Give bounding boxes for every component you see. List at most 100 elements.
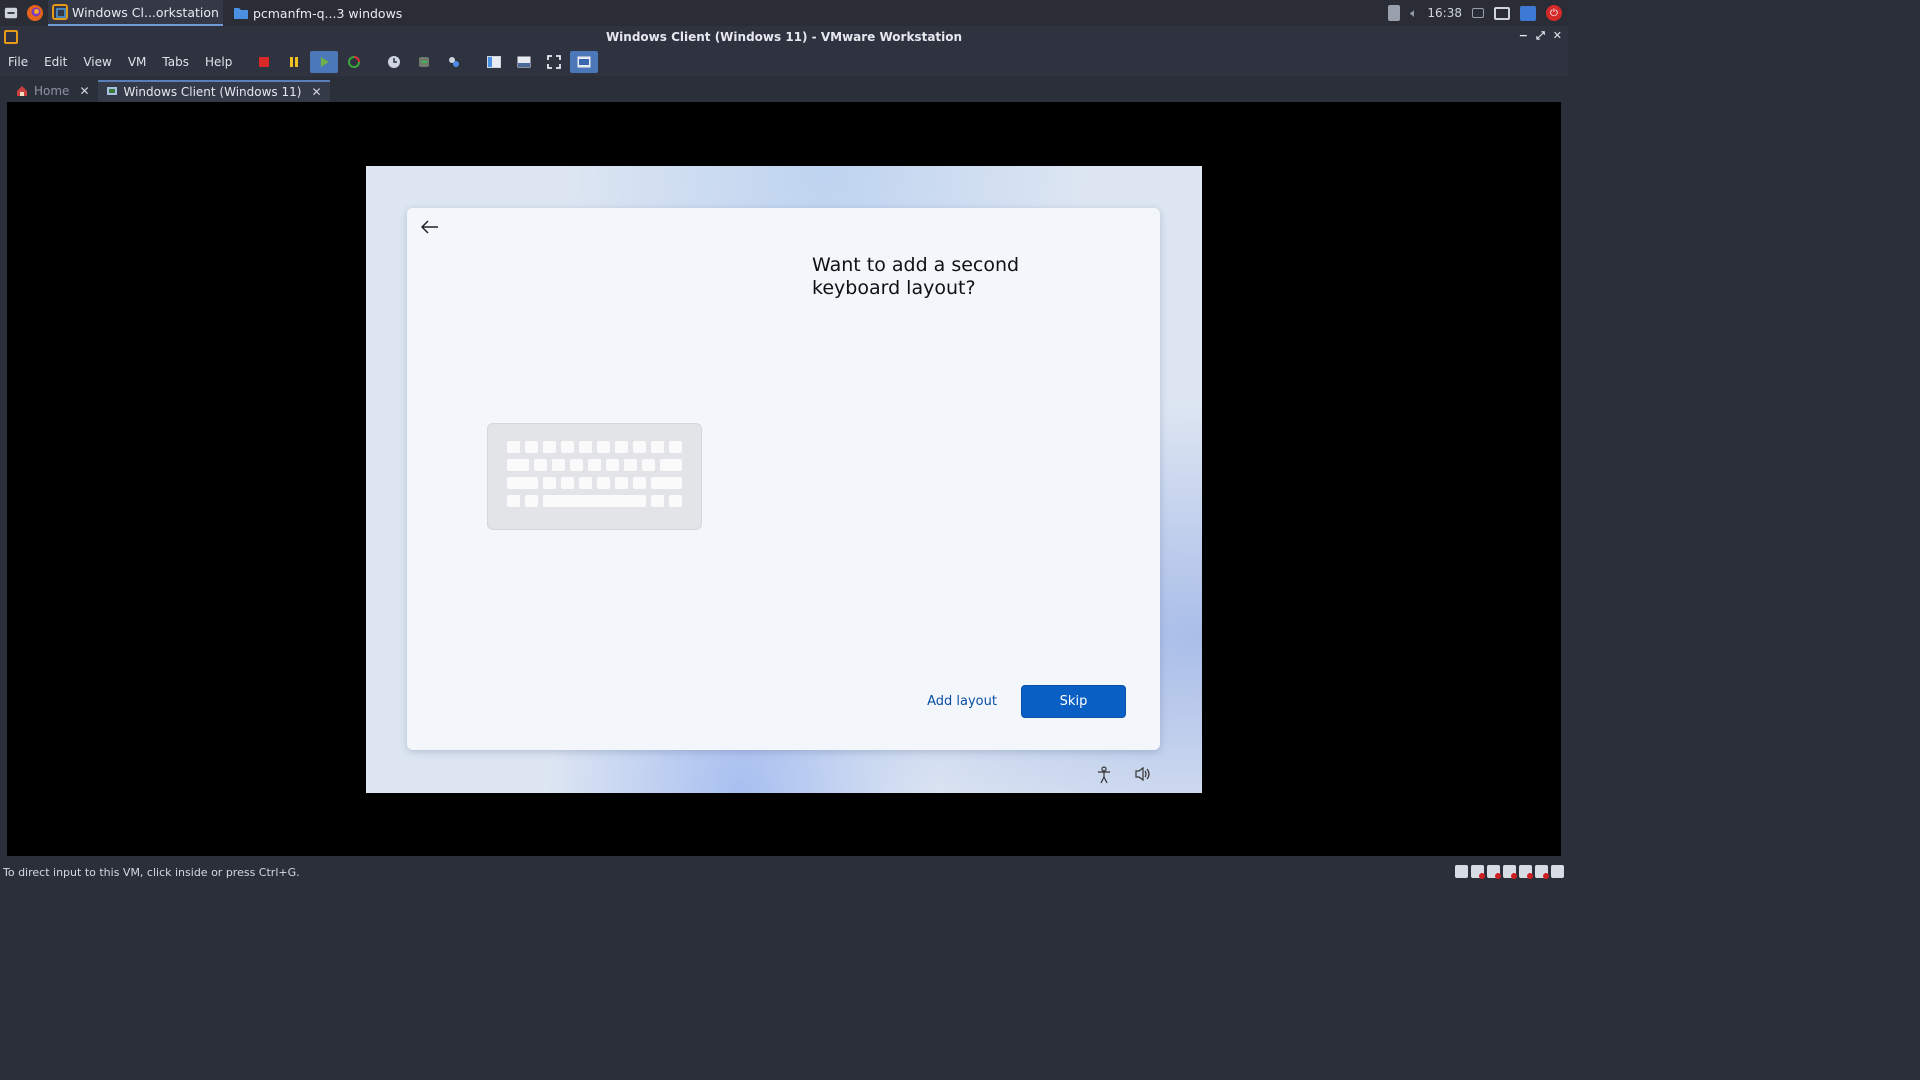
taskbar-app-pcmanfm[interactable]: pcmanfm-q...3 windows <box>229 0 406 26</box>
key <box>534 459 547 471</box>
key <box>543 477 556 489</box>
firefox-icon <box>27 5 43 21</box>
pause-icon <box>290 57 299 67</box>
key <box>651 495 664 507</box>
usb-icon[interactable] <box>1503 865 1517 879</box>
message-log-icon[interactable] <box>1551 865 1564 878</box>
menu-edit[interactable]: Edit <box>36 55 75 69</box>
revert-snapshot-button[interactable] <box>410 51 438 73</box>
key <box>615 477 628 489</box>
spacebar-key <box>543 495 646 507</box>
reset-button[interactable] <box>340 51 368 73</box>
network-adapter-icon[interactable] <box>1487 865 1501 879</box>
key <box>651 477 682 489</box>
sidebar-icon <box>487 56 502 68</box>
start-menu-button[interactable] <box>0 0 22 26</box>
keyboard-illustration <box>487 423 702 530</box>
vmware-icon <box>52 4 68 20</box>
key <box>669 441 682 453</box>
library-view-button[interactable] <box>480 51 508 73</box>
speaker-icon[interactable] <box>1133 766 1153 786</box>
unity-view-button[interactable] <box>570 51 599 73</box>
key <box>507 441 520 453</box>
oobe-card: Want to add a second keyboard layout? Ad… <box>407 208 1160 750</box>
tab-home[interactable]: Home ✕ <box>8 80 98 102</box>
system-taskbar: Windows Cl...orkstation pcmanfm-q...3 wi… <box>0 0 1568 26</box>
taskbar-app-label: pcmanfm-q...3 windows <box>252 5 403 21</box>
clock[interactable]: 16:38 <box>1427 6 1462 20</box>
key <box>552 459 565 471</box>
menu-icon <box>4 7 18 19</box>
vmware-app-icon <box>4 30 18 44</box>
console-view-icon <box>577 56 591 68</box>
key <box>588 459 601 471</box>
snapshot-manager-icon <box>449 57 460 67</box>
taskbar-app-vmware[interactable]: Windows Cl...orkstation <box>48 0 223 26</box>
window-titlebar: Windows Client (Windows 11) - VMware Wor… <box>0 26 1568 48</box>
fullscreen-icon <box>547 55 562 69</box>
snapshot-icon <box>388 56 401 68</box>
menu-bar: File Edit View VM Tabs Help <box>0 48 1568 76</box>
key <box>597 477 610 489</box>
power-on-button[interactable] <box>310 51 339 73</box>
maximize-icon[interactable]: ⤢ <box>1536 29 1545 43</box>
menu-help[interactable]: Help <box>197 55 240 69</box>
tab-windows-client[interactable]: Windows Client (Windows 11) ✕ <box>97 80 330 102</box>
tab-bar: Home ✕ Windows Client (Windows 11) ✕ <box>0 78 1568 102</box>
fullscreen-button[interactable] <box>540 51 568 73</box>
status-message: To direct input to this VM, click inside… <box>3 865 300 879</box>
vm-icon <box>106 87 117 95</box>
key <box>669 495 682 507</box>
key <box>615 441 628 453</box>
window-controls: − ⤢ ✕ <box>1519 29 1562 43</box>
firefox-launcher[interactable] <box>22 0 48 26</box>
menu-vm[interactable]: VM <box>120 55 155 69</box>
play-icon <box>321 57 330 67</box>
key <box>570 459 583 471</box>
guest-screen[interactable]: Want to add a second keyboard layout? Ad… <box>366 166 1202 793</box>
menu-tabs[interactable]: Tabs <box>154 55 197 69</box>
network-icon[interactable] <box>1520 5 1536 21</box>
close-tab-icon[interactable]: ✕ <box>79 84 89 98</box>
display-icon[interactable] <box>1472 8 1484 18</box>
hard-disk-icon[interactable] <box>1455 865 1468 878</box>
accessibility-icon[interactable] <box>1094 766 1114 786</box>
close-icon[interactable]: ✕ <box>1553 29 1562 43</box>
thumbnail-view-button[interactable] <box>510 51 538 73</box>
key <box>660 459 682 471</box>
status-bar: To direct input to this VM, click inside… <box>0 862 1568 882</box>
sound-card-icon[interactable] <box>1519 865 1533 879</box>
refresh-icon <box>348 56 361 68</box>
revert-icon <box>419 57 430 67</box>
monitor-icon[interactable] <box>1494 6 1510 20</box>
power-off-button[interactable] <box>250 51 278 73</box>
key <box>561 477 574 489</box>
snapshot-button[interactable] <box>380 51 408 73</box>
suspend-button[interactable] <box>280 51 308 73</box>
add-layout-button[interactable]: Add layout <box>919 685 1005 717</box>
minimize-icon[interactable]: − <box>1519 29 1528 43</box>
menu-view[interactable]: View <box>75 55 119 69</box>
thumbnail-icon <box>517 56 531 68</box>
key <box>624 459 637 471</box>
tab-label: Home <box>34 84 70 98</box>
back-arrow-icon[interactable] <box>419 218 441 240</box>
key <box>633 477 646 489</box>
key <box>507 495 520 507</box>
clipboard-icon[interactable] <box>1388 5 1401 21</box>
volume-icon[interactable]: 🔈︎ <box>1410 6 1417 21</box>
key <box>507 459 529 471</box>
snapshot-manager-button[interactable] <box>440 51 468 73</box>
key <box>579 477 592 489</box>
vm-console[interactable]: Want to add a second keyboard layout? Ad… <box>7 102 1561 856</box>
power-icon[interactable]: ⏻ <box>1546 5 1562 21</box>
menu-file[interactable]: File <box>0 55 36 69</box>
printer-icon[interactable] <box>1535 865 1549 879</box>
page-title: Want to add a second keyboard layout? <box>812 254 1020 299</box>
cd-dvd-icon[interactable] <box>1471 865 1485 879</box>
key <box>561 441 574 453</box>
taskbar-app-label: Windows Cl...orkstation <box>72 4 219 20</box>
skip-button[interactable]: Skip <box>1021 685 1126 718</box>
close-tab-icon[interactable]: ✕ <box>311 85 321 99</box>
key <box>525 495 538 507</box>
